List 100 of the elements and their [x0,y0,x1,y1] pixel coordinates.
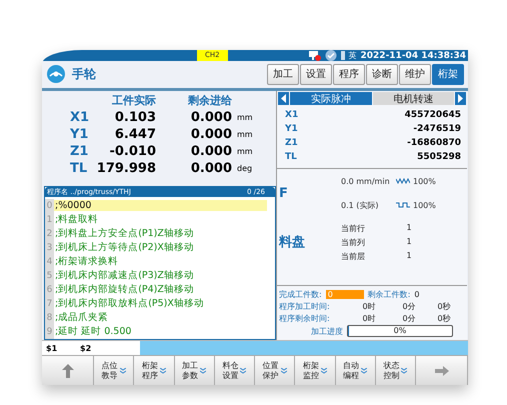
feed-value: 0.1 (实际) [341,200,380,211]
pulse-value: 5505298 [416,150,461,164]
line-number: 9 [45,324,54,339]
pulse-value: -2476519 [412,122,461,136]
line-number: 8 [45,310,54,325]
network-error-icon [308,50,321,60]
line-number: 7 [45,296,54,311]
softkey-button[interactable]: 自动 编程 [336,356,376,385]
tray-field-value: 1 [405,236,413,248]
code-line[interactable]: ;成品爪夹紧 [54,311,275,324]
tray-field-label: 当前层 [341,250,366,262]
menu-tab[interactable]: 桁架 [432,64,464,85]
tray-field-label: 当前列 [341,236,366,248]
completed-count-field: 0 [326,290,364,300]
minutes-value: 0分 [401,301,417,312]
hours-value: 0时 [361,301,377,312]
panel-tab[interactable]: 电机转速 [372,92,454,105]
code-line[interactable]: ;到机床内部旋转点(P4)Z轴移动 [54,283,275,296]
code-line[interactable]: ;料盘取料 [54,213,275,226]
seconds-value: 0秒 [436,301,452,312]
softkey-button[interactable]: 点位 教导 [94,356,134,385]
axis-label: X1 [285,108,300,122]
date-time: 2022-11-04 14:38:34 [360,50,466,60]
battery-icon [340,51,345,60]
menu-tab[interactable]: 加工 [267,64,299,85]
unit-label: mm [236,146,254,156]
menu-tab[interactable]: 设置 [300,64,332,85]
panel-tab[interactable]: 实际脉冲 [290,92,372,105]
axis-label: X1 [69,110,90,125]
code-line[interactable]: ;到机床上方等待点(P2)X轴移动 [54,241,275,254]
line-number: 4 [45,254,54,269]
remaining-value: 0.000 [190,144,232,159]
unit-label: mm [236,112,254,122]
right-arrow-icon[interactable] [455,92,466,105]
feed-label: F [278,186,289,202]
menu-tab[interactable]: 程序 [333,64,365,85]
softkey-button[interactable]: 料仓 设置 [214,356,256,385]
axis-label: TL [285,150,298,164]
chevron-icon [240,368,246,374]
line-number: 2 [45,226,54,241]
line-number: 1 [45,212,54,227]
language-indicator[interactable]: 英 [348,50,357,61]
actual-value: 179.998 [96,160,156,176]
time-label: 程序加工时间: [279,301,331,312]
code-line[interactable]: ;到机床内部取放料点(P5)X轴移动 [54,297,275,310]
code-line[interactable]: ;到料盘上方安全点(P1)Z轴移动 [54,227,275,240]
tray-field-value: 1 [405,222,413,234]
handwheel-icon [46,64,66,84]
wave-icon [396,178,410,184]
chevron-icon [361,368,368,374]
minutes-value: 0分 [401,313,417,324]
menu-tab[interactable]: 诊断 [366,64,398,85]
chevron-icon [320,368,327,374]
softkey-button[interactable]: 位置 保护 [255,356,296,385]
pulse-value: -16860870 [406,136,461,150]
time-label: 程序剩余时间: [279,313,331,324]
chevron-icon [160,368,166,374]
seconds-value: 0秒 [436,313,452,324]
softkey-button[interactable]: 桁架 程序 [134,356,175,385]
axis-label: Z1 [69,144,90,159]
up-arrow-icon [62,364,74,378]
code-line[interactable]: ;到机床内部减速点(P3)Z轴移动 [54,269,275,282]
softkey-button[interactable] [416,356,468,385]
actual-value: 0.103 [114,110,156,125]
tray-field-label: 当前行 [341,222,366,234]
pulse-wave-icon [396,202,410,208]
softkey-button[interactable]: 桁架 监控 [295,356,336,385]
axis-label: Y1 [285,122,299,136]
axis-label: Y1 [69,126,90,142]
remaining-count: 0 [414,290,420,300]
column-header: 剩余进给 [187,92,232,108]
tray-label: 料盘 [278,234,306,252]
feed-value: 0.0 mm/min [341,176,391,186]
hours-value: 0时 [361,313,377,324]
unit-label: mm [236,130,254,139]
progress-percent: 0% [392,326,408,336]
channel-label[interactable]: $1 [42,344,76,353]
softkey-button[interactable] [42,356,94,385]
actual-value: 6.447 [114,126,156,142]
menu-tab[interactable]: 维护 [399,64,431,85]
line-number: 5 [45,268,54,283]
chevron-icon [120,368,126,374]
pulse-value: 455720645 [404,108,461,122]
override-percent: 100% [413,200,436,210]
mode-title: 手轮 [72,66,96,83]
softkey-button[interactable]: 加工 参数 [174,356,215,385]
unit-label: deg [236,164,254,173]
line-number: 6 [45,282,54,297]
check-icon [324,50,337,61]
channel-label[interactable]: $2 [76,344,110,353]
override-percent: 100% [413,176,436,186]
axis-label: Z1 [285,136,299,150]
chevron-icon [401,368,408,374]
count-label: 剩余工件数: [368,289,410,300]
remaining-value: 0.000 [190,110,232,125]
code-line[interactable]: ;桁架请求换料 [54,255,275,268]
softkey-button[interactable]: 状态 控制 [376,356,416,385]
line-number: 0 [45,198,54,213]
left-arrow-icon[interactable] [278,92,289,105]
code-line[interactable]: ;延时 延时 0.500 [54,325,275,338]
